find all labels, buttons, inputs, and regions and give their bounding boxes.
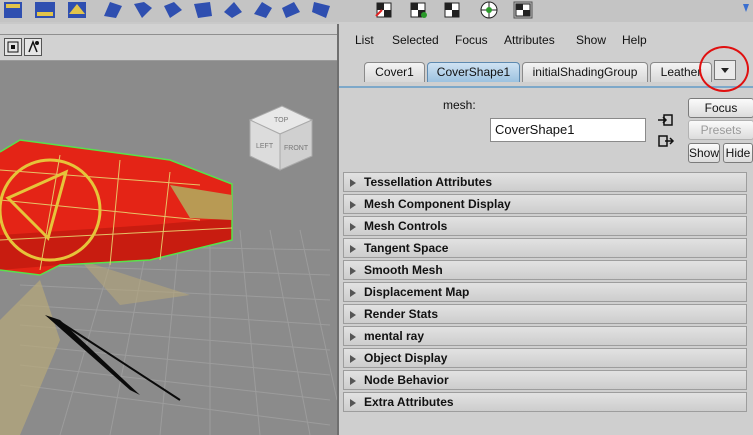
section-label: Mesh Controls [364,219,448,233]
expand-arrow-icon [350,311,356,319]
focus-button[interactable]: Focus [688,98,753,118]
sculpt-icon[interactable] [280,0,302,20]
section-node-behavior[interactable]: Node Behavior [343,370,747,390]
crease-icon[interactable] [310,0,332,20]
output-connection-icon[interactable] [657,132,675,150]
shelf [0,0,753,22]
section-mesh-controls[interactable]: Mesh Controls [343,216,747,236]
bevel-icon[interactable] [132,0,154,20]
expand-arrow-icon [350,201,356,209]
view-cube-left-label: LEFT [256,143,274,150]
highlight-circle [699,46,749,92]
node-tabs: Cover1 CoverShape1 initialShadingGroup L… [339,58,753,88]
viewport-toolbar [0,24,337,61]
hide-button[interactable]: Hide [723,143,753,163]
section-render-stats[interactable]: Render Stats [343,304,747,324]
section-smooth-mesh[interactable]: Smooth Mesh [343,260,747,280]
section-object-display[interactable]: Object Display [343,348,747,368]
section-tessellation-attributes[interactable]: Tessellation Attributes [343,172,747,192]
view-cube[interactable]: TOP LEFT FRONT [248,105,314,171]
expand-arrow-icon [350,289,356,297]
checker-icon[interactable] [408,0,430,20]
section-mental-ray[interactable]: mental ray [343,326,747,346]
polygon-plane-icon[interactable] [66,0,88,20]
expand-arrow-icon [350,377,356,385]
menu-help[interactable]: Help [622,33,647,47]
section-label: Smooth Mesh [364,263,443,277]
polygon-sphere-icon[interactable] [34,0,56,20]
tab-cover1[interactable]: Cover1 [364,62,425,82]
expand-arrow-icon [350,355,356,363]
node-name-field[interactable]: CoverShape1 [490,118,646,142]
attribute-editor: List Selected Focus Attributes Show Help… [339,22,753,435]
section-tangent-space[interactable]: Tangent Space [343,238,747,258]
scene-view[interactable]: TOP LEFT FRONT [0,60,337,435]
menu-show[interactable]: Show [576,33,606,47]
menu-list[interactable]: List [355,33,374,47]
scroll-arrow-icon[interactable] [740,0,752,20]
expand-arrow-icon [350,333,356,341]
section-label: Render Stats [364,307,439,321]
section-label: mental ray [364,329,425,343]
sphere-icon[interactable] [478,0,500,20]
polygon-cube-icon[interactable] [2,0,24,20]
view-cube-top-label: TOP [274,117,289,124]
expand-arrow-icon [350,267,356,275]
section-mesh-component-display[interactable]: Mesh Component Display [343,194,747,214]
menu-bar: List Selected Focus Attributes Show Help [339,30,753,50]
bridge-icon[interactable] [252,0,274,20]
expand-arrow-icon [350,179,356,187]
frame-icon[interactable] [4,38,22,56]
expand-arrow-icon [350,399,356,407]
section-label: Extra Attributes [364,395,454,409]
extrude-icon[interactable] [102,0,124,20]
uv-icon[interactable] [374,0,396,20]
camera-tool-icon[interactable] [24,38,42,56]
checker-icon[interactable] [512,0,534,20]
show-button[interactable]: Show [688,143,720,163]
section-label: Mesh Component Display [364,197,511,211]
view-cube-front-label: FRONT [284,145,309,152]
expand-arrow-icon [350,245,356,253]
section-label: Tangent Space [364,241,449,255]
menu-focus[interactable]: Focus [455,33,488,47]
expand-arrow-icon [350,223,356,231]
section-label: Tessellation Attributes [364,175,493,189]
tab-covershape1[interactable]: CoverShape1 [427,62,520,82]
section-label: Object Display [364,351,448,365]
attribute-sections: Tessellation Attributes Mesh Component D… [343,172,747,414]
input-connection-icon[interactable] [657,111,675,129]
viewport-divider [0,34,337,35]
section-label: Displacement Map [364,285,470,299]
section-displacement-map[interactable]: Displacement Map [343,282,747,302]
tab-initialshadinggroup[interactable]: initialShadingGroup [522,62,648,82]
checker-icon[interactable] [442,0,464,20]
presets-button[interactable]: Presets [688,120,753,140]
viewport-panel[interactable]: TOP LEFT FRONT [0,24,339,435]
split-icon[interactable] [162,0,184,20]
mesh-type-label: mesh: [443,98,476,112]
smooth-icon[interactable] [222,0,244,20]
menu-selected[interactable]: Selected [392,33,439,47]
section-extra-attributes[interactable]: Extra Attributes [343,392,747,412]
merge-icon[interactable] [192,0,214,20]
menu-attributes[interactable]: Attributes [504,33,555,47]
section-label: Node Behavior [364,373,449,387]
